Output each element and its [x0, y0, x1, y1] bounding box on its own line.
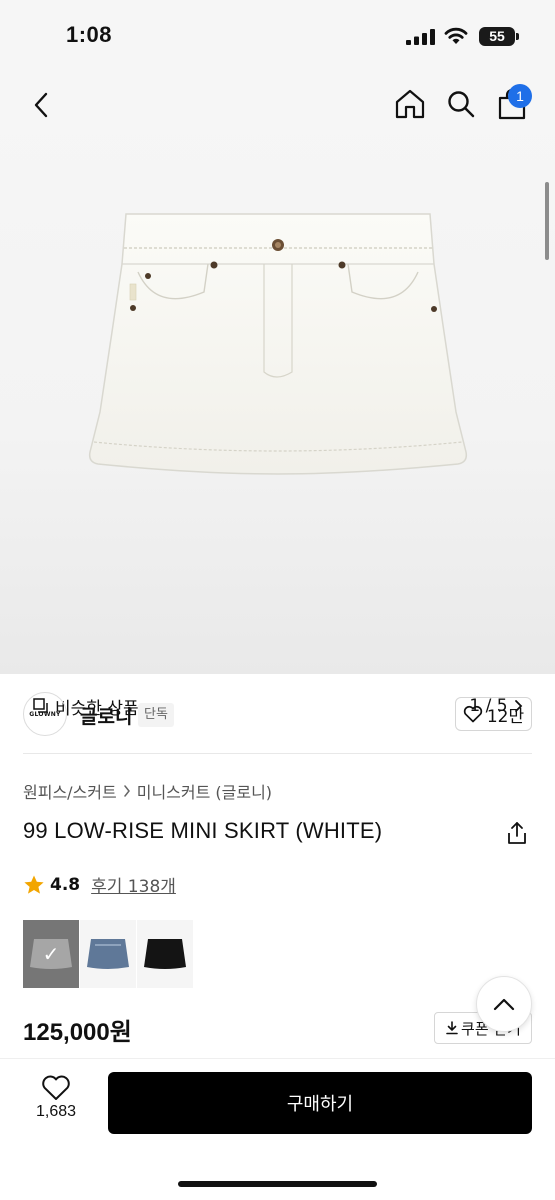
scroll-to-top-button[interactable]	[476, 976, 532, 1032]
brand-logo-text: GLOWNY	[29, 710, 61, 718]
swatch-black[interactable]	[137, 920, 193, 988]
buy-button[interactable]: 구매하기	[108, 1072, 532, 1134]
status-time: 1:08	[66, 22, 113, 47]
home-icon	[395, 89, 425, 119]
brand-name[interactable]: 글로니	[80, 702, 132, 729]
exclusive-badge: 단독	[138, 703, 174, 727]
brand-like-button[interactable]: 12만	[455, 697, 532, 731]
home-button[interactable]	[392, 86, 428, 122]
skirt-thumbnail-denim	[87, 939, 129, 969]
signal-icon	[406, 29, 435, 45]
chevron-right-icon	[123, 785, 130, 797]
breadcrumb-subcategory[interactable]: 미니스커트 (글로니)	[137, 779, 272, 803]
scrollbar-thumb[interactable]	[545, 182, 549, 260]
rating-row: 4.8 후기 138개	[23, 872, 176, 897]
heart-icon	[42, 1075, 70, 1100]
skirt-thumbnail-black	[144, 939, 186, 969]
swatch-blue-denim[interactable]	[80, 920, 136, 988]
chevron-up-icon	[493, 998, 515, 1011]
section-divider	[23, 753, 532, 754]
breadcrumb: 원피스/스커트 미니스커트 (글로니)	[23, 779, 272, 803]
wishlist-button[interactable]: 1,683	[28, 1074, 84, 1134]
back-button[interactable]	[24, 88, 58, 122]
status-bar: 1:08 55	[0, 0, 555, 72]
product-price: 125,000원	[23, 1019, 132, 1046]
search-icon	[448, 91, 475, 118]
color-swatches: ✓	[23, 920, 193, 988]
share-button[interactable]	[505, 820, 531, 846]
brand-like-count: 12만	[486, 706, 525, 727]
download-icon	[446, 1021, 458, 1035]
product-image	[88, 213, 468, 475]
product-title: 99 LOW-RISE MINI SKIRT (WHITE)	[23, 818, 383, 843]
wifi-icon	[444, 27, 468, 44]
chevron-left-icon	[34, 92, 48, 118]
heart-icon	[463, 705, 483, 723]
review-count-link[interactable]: 후기 138개	[91, 872, 176, 897]
brand-logo[interactable]: GLOWNY	[23, 692, 67, 736]
search-button[interactable]	[443, 86, 479, 122]
share-icon	[508, 822, 526, 844]
product-image-gallery[interactable]: 비슷한 상품 1 / 5	[0, 72, 555, 723]
swatch-white[interactable]: ✓	[23, 920, 79, 988]
breadcrumb-category[interactable]: 원피스/스커트	[23, 779, 117, 803]
rating-score: 4.8	[50, 874, 81, 895]
home-indicator[interactable]	[178, 1181, 377, 1187]
bottom-bar-divider	[0, 1058, 555, 1059]
battery-indicator: 55	[479, 27, 519, 46]
star-icon	[24, 875, 44, 894]
check-icon: ✓	[42, 942, 60, 966]
cart-count-badge: 1	[508, 84, 532, 108]
wishlist-count: 1,683	[35, 1103, 77, 1120]
